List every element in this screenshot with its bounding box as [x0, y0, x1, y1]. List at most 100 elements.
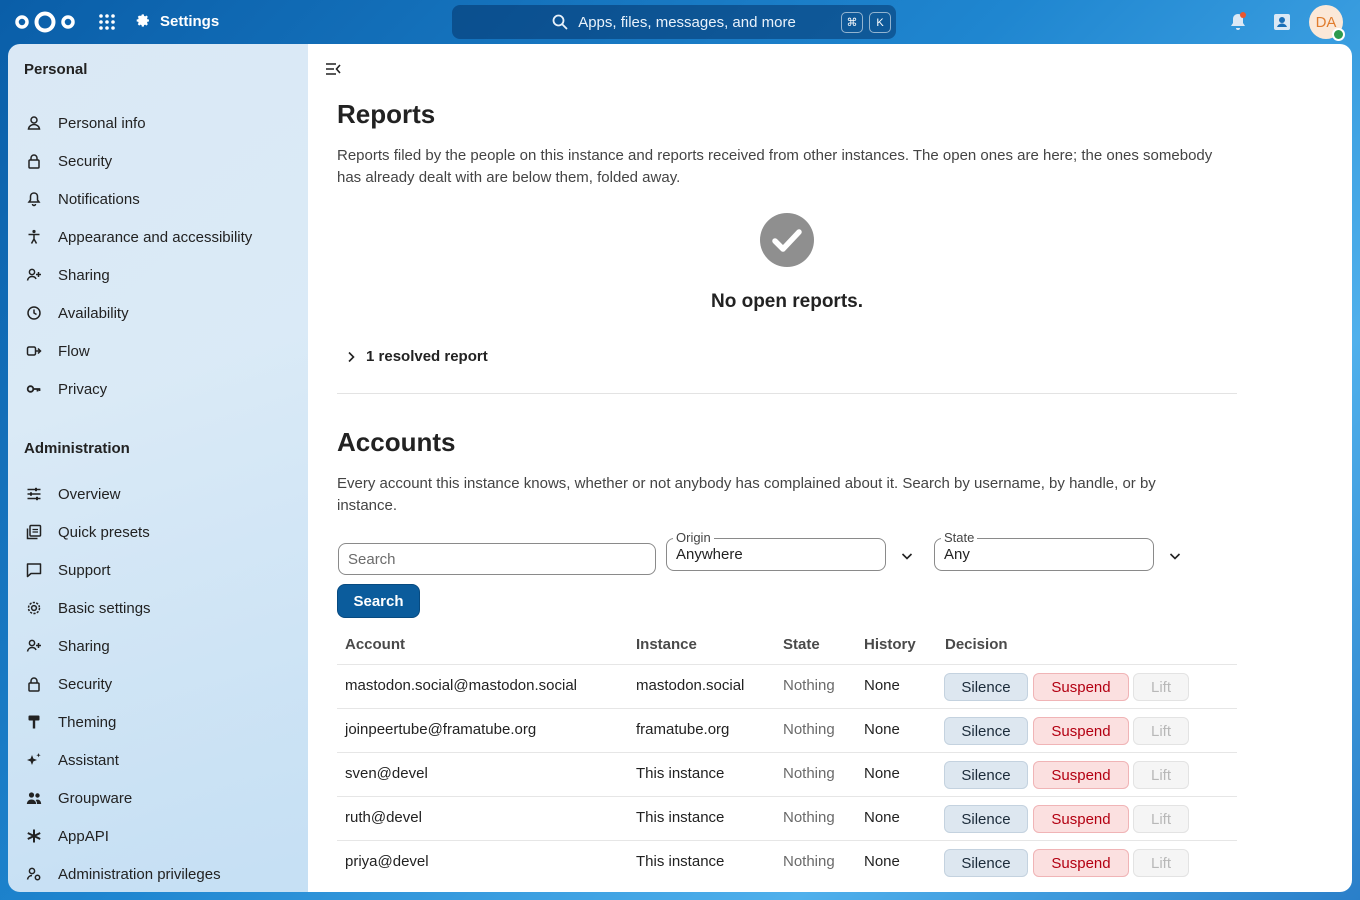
column-header-account: Account [345, 636, 405, 653]
origin-select[interactable]: Origin Anywhere [666, 530, 886, 571]
clock-icon [26, 305, 42, 321]
sidebar-item-assistant[interactable]: Assistant [18, 743, 298, 777]
search-button[interactable]: Search [337, 584, 420, 618]
section-divider [337, 393, 1237, 394]
tune-icon [26, 486, 42, 502]
suspend-button[interactable]: Suspend [1033, 717, 1129, 745]
sidebar-item-label: Basic settings [58, 599, 151, 617]
sidebar-item-groupware[interactable]: Groupware [18, 781, 298, 815]
sidebar-item-sharing[interactable]: Sharing [18, 258, 298, 292]
notifications-bell-icon[interactable] [1227, 11, 1249, 33]
silence-button[interactable]: Silence [944, 805, 1028, 833]
administration-section-title: Administration [24, 440, 130, 457]
account-cell: joinpeertube@framatube.org [345, 721, 537, 738]
sidebar-item-privacy[interactable]: Privacy [18, 372, 298, 406]
share-user-icon [26, 267, 42, 283]
avatar-initials: DA [1315, 13, 1337, 31]
state-cell: Nothing [783, 809, 835, 826]
sidebar-item-admin-security[interactable]: Security [18, 667, 298, 701]
sparkle-icon [26, 752, 42, 768]
table-row: priya@devel This instance Nothing None S… [337, 840, 1237, 884]
sidebar-item-theming[interactable]: Theming [18, 705, 298, 739]
user-avatar[interactable]: DA [1309, 5, 1345, 41]
origin-label: Origin [673, 530, 714, 545]
sidebar-item-availability[interactable]: Availability [18, 296, 298, 330]
gear-icon [136, 14, 149, 27]
sidebar-item-label: AppAPI [58, 827, 109, 845]
sidebar-item-flow[interactable]: Flow [18, 334, 298, 368]
account-cell: ruth@devel [345, 809, 422, 826]
online-status-icon [1332, 28, 1345, 41]
unified-search-input[interactable]: Apps, files, messages, and more ⌘ K [452, 5, 896, 39]
lock-icon [26, 153, 42, 169]
sidebar-item-basic-settings[interactable]: Basic settings [18, 591, 298, 625]
history-cell: None [864, 677, 900, 694]
main-content: Reports Reports filed by the people on t… [308, 44, 1352, 892]
sidebar-item-overview[interactable]: Overview [18, 477, 298, 511]
sidebar-item-admin-sharing[interactable]: Sharing [18, 629, 298, 663]
lift-button[interactable]: Lift [1133, 761, 1189, 789]
sidebar-item-label: Administration privileges [58, 865, 221, 883]
silence-button[interactable]: Silence [944, 673, 1028, 701]
instance-cell: This instance [636, 765, 725, 782]
account-cell: mastodon.social@mastodon.social [345, 677, 578, 694]
instance-cell: This instance [636, 809, 725, 826]
suspend-button[interactable]: Suspend [1033, 805, 1129, 833]
instance-cell: This instance [636, 853, 725, 870]
search-placeholder: Search [348, 550, 396, 568]
contacts-icon[interactable] [1271, 11, 1293, 33]
sidebar-item-label: Notifications [58, 190, 140, 208]
history-cell: None [864, 809, 900, 826]
sidebar-item-administration-privileges[interactable]: Administration privileges [18, 857, 298, 891]
personal-section-title: Personal [24, 61, 88, 78]
suspend-button[interactable]: Suspend [1033, 673, 1129, 701]
column-header-decision: Decision [945, 636, 1008, 653]
accounts-description: Every account this instance knows, wheth… [337, 475, 1156, 514]
sidebar-item-appapi[interactable]: AppAPI [18, 819, 298, 853]
account-search-input[interactable]: Search [338, 543, 656, 575]
chevron-down-icon[interactable] [900, 549, 914, 563]
search-icon [552, 14, 568, 30]
silence-button[interactable]: Silence [944, 849, 1028, 877]
chevron-down-icon[interactable] [1168, 549, 1182, 563]
lift-button[interactable]: Lift [1133, 805, 1189, 833]
sidebar-item-label: Flow [58, 342, 90, 360]
brush-icon [26, 714, 42, 730]
sidebar-item-label: Personal info [58, 114, 146, 132]
sidebar-item-security[interactable]: Security [18, 144, 298, 178]
nextcloud-logo[interactable] [14, 10, 76, 34]
key-icon [26, 381, 42, 397]
sidebar-item-personal-info[interactable]: Personal info [18, 106, 298, 140]
state-cell: Nothing [783, 765, 835, 782]
sidebar-item-appearance[interactable]: Appearance and accessibility [18, 220, 298, 254]
lift-button[interactable]: Lift [1133, 849, 1189, 877]
silence-button[interactable]: Silence [944, 761, 1028, 789]
sidebar-item-quick-presets[interactable]: Quick presets [18, 515, 298, 549]
toggle-navigation-icon[interactable] [324, 60, 342, 78]
column-header-state: State [783, 636, 820, 653]
bell-icon [26, 191, 42, 207]
top-header: Settings Apps, files, messages, and more… [0, 0, 1360, 44]
share-user-icon [26, 638, 42, 654]
table-row: ruth@devel This instance Nothing None Si… [337, 796, 1237, 840]
app-menu-icon[interactable] [97, 12, 117, 32]
shortcut-cmd-key: ⌘ [841, 12, 863, 33]
suspend-button[interactable]: Suspend [1033, 849, 1129, 877]
sidebar-item-support[interactable]: Support [18, 553, 298, 587]
sidebar-item-label: Support [58, 561, 111, 579]
state-select[interactable]: State Any [934, 530, 1154, 571]
lock-icon [26, 676, 42, 692]
suspend-button[interactable]: Suspend [1033, 761, 1129, 789]
history-cell: None [864, 721, 900, 738]
current-app-settings[interactable]: Settings [134, 12, 219, 30]
resolved-reports-toggle[interactable]: 1 resolved report [346, 348, 488, 365]
silence-button[interactable]: Silence [944, 717, 1028, 745]
sidebar-item-label: Groupware [58, 789, 133, 807]
lift-button[interactable]: Lift [1133, 673, 1189, 701]
reports-description: Reports filed by the people on this inst… [337, 147, 1213, 186]
sidebar-item-label: Availability [58, 304, 129, 322]
lift-button[interactable]: Lift [1133, 717, 1189, 745]
account-cell: priya@devel [345, 853, 429, 870]
sidebar-item-notifications[interactable]: Notifications [18, 182, 298, 216]
table-row: joinpeertube@framatube.org framatube.org… [337, 708, 1237, 752]
